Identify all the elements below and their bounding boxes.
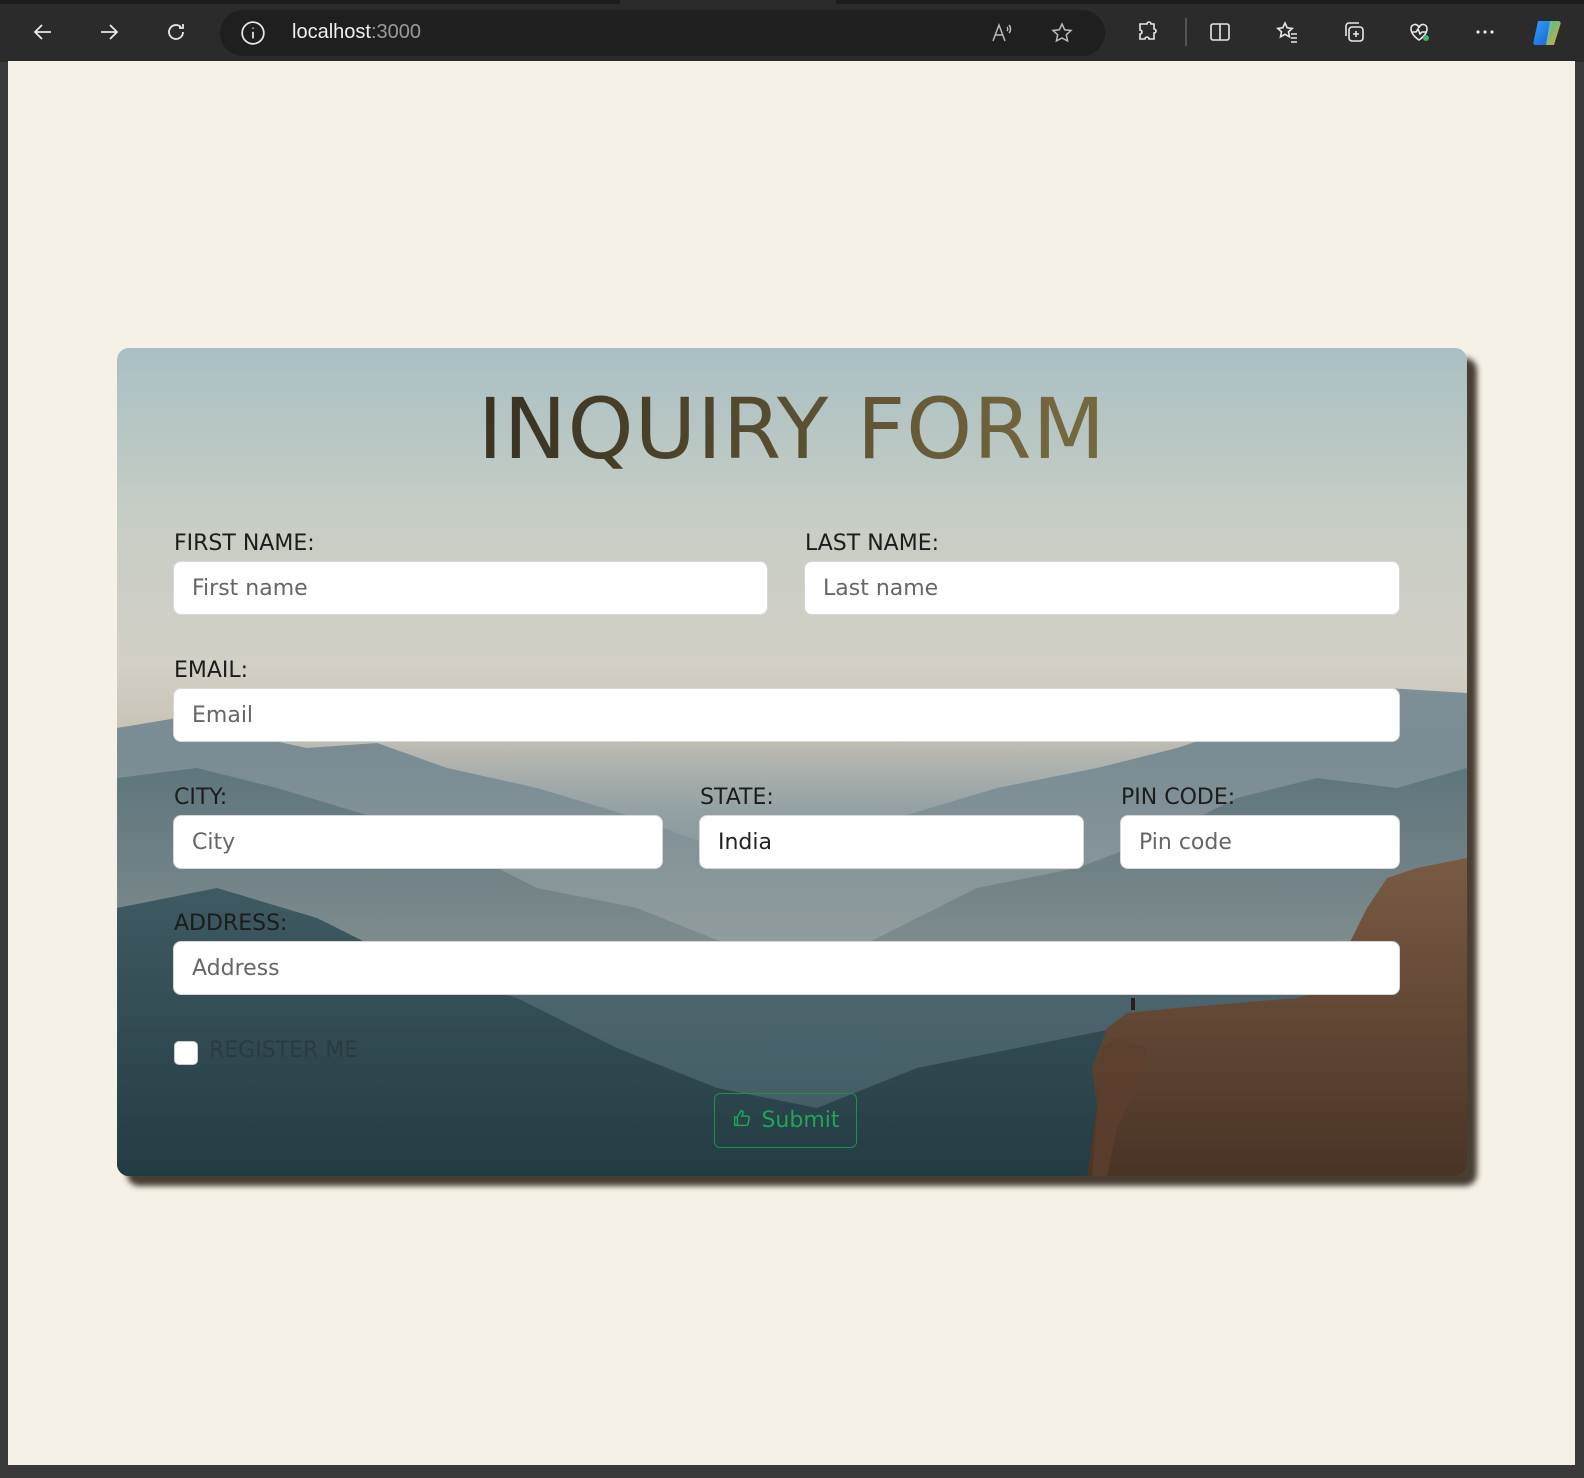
back-icon[interactable] — [26, 15, 60, 49]
split-screen-icon[interactable] — [1203, 15, 1237, 49]
tab-strip-edge — [0, 0, 620, 4]
thumbs-up-icon — [731, 1107, 753, 1135]
address-label: ADDRESS: — [174, 911, 288, 936]
browser-toolbar: localhost:3000 — [0, 0, 1584, 62]
forward-icon[interactable] — [92, 15, 126, 49]
toolbar-separator — [1185, 18, 1187, 46]
extensions-icon[interactable] — [1130, 15, 1164, 49]
tab-strip-edge — [836, 0, 1584, 4]
last-name-input[interactable] — [804, 561, 1400, 615]
site-info-icon[interactable] — [240, 20, 266, 46]
inquiry-form-card: INQUIRY FORM FIRST NAME: LAST NAME: EMAI… — [117, 348, 1467, 1176]
read-aloud-icon[interactable] — [985, 16, 1019, 50]
page-title: INQUIRY FORM — [117, 380, 1467, 478]
register-checkbox[interactable] — [174, 1041, 198, 1065]
state-input[interactable] — [699, 815, 1084, 869]
browser-essentials-icon[interactable] — [1402, 15, 1436, 49]
url-host: localhost — [292, 21, 371, 43]
favorites-icon[interactable] — [1270, 15, 1304, 49]
url-port: :3000 — [370, 21, 421, 43]
first-name-input[interactable] — [173, 561, 768, 615]
address-input[interactable] — [173, 941, 1400, 995]
city-label: CITY: — [174, 785, 228, 810]
url-text[interactable]: localhost:3000 — [292, 21, 421, 44]
copilot-icon[interactable] — [1530, 15, 1566, 51]
last-name-label: LAST NAME: — [805, 531, 940, 556]
address-bar[interactable]: localhost:3000 — [220, 10, 1105, 56]
first-name-label: FIRST NAME: — [174, 531, 315, 556]
email-input[interactable] — [173, 688, 1400, 742]
submit-label: Submit — [761, 1108, 840, 1133]
register-label: REGISTER ME — [209, 1038, 359, 1063]
refresh-icon[interactable] — [159, 15, 193, 49]
page-viewport: INQUIRY FORM FIRST NAME: LAST NAME: EMAI… — [8, 61, 1575, 1465]
submit-button[interactable]: Submit — [714, 1093, 857, 1148]
more-options-icon[interactable] — [1468, 15, 1502, 49]
collections-icon[interactable] — [1337, 15, 1371, 49]
state-label: STATE: — [700, 785, 774, 810]
pin-code-label: PIN CODE: — [1121, 785, 1236, 810]
pin-code-input[interactable] — [1120, 815, 1400, 869]
email-label: EMAIL: — [174, 658, 249, 683]
city-input[interactable] — [173, 815, 663, 869]
favorite-star-icon[interactable] — [1045, 16, 1079, 50]
